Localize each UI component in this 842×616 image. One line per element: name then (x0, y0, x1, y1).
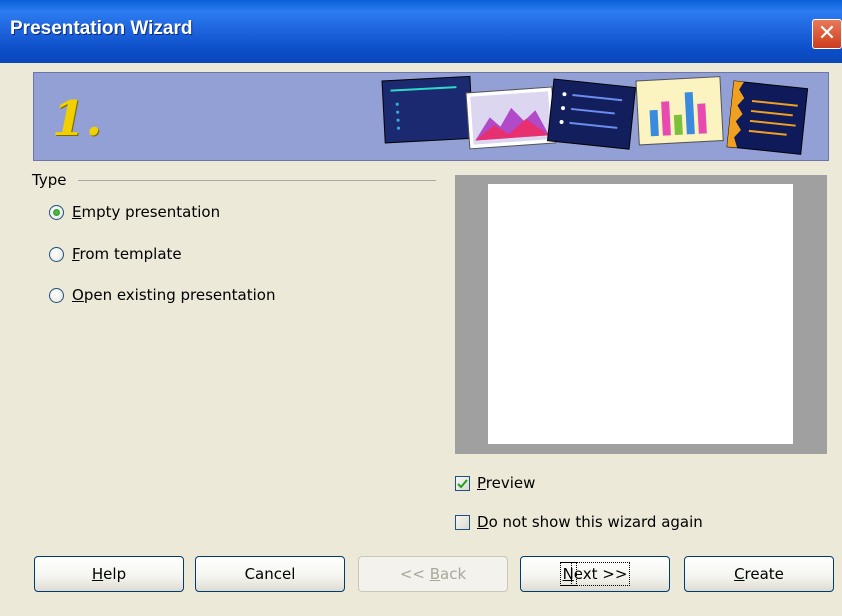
type-group-divider (78, 180, 436, 181)
close-icon: ✕ (817, 21, 837, 46)
checkmark-icon (457, 478, 468, 488)
radio-icon[interactable] (49, 287, 64, 303)
next-button-label: Next >> (559, 562, 631, 586)
create-button-label: Create (734, 565, 784, 583)
create-button[interactable]: Create (684, 556, 834, 592)
do-not-show-again-checkbox[interactable]: Do not show this wizard again (455, 513, 703, 531)
empty-presentation-radio[interactable]: Empty presentation (49, 203, 220, 221)
preview-checkbox[interactable]: Preview (455, 474, 535, 492)
back-button[interactable]: << Back (358, 556, 508, 592)
help-button[interactable]: Help (34, 556, 184, 592)
from-template-label: From template (72, 245, 182, 263)
open-existing-presentation-radio[interactable]: Open existing presentation (49, 286, 275, 304)
preview-page (488, 184, 793, 444)
do-not-show-again-label: Do not show this wizard again (477, 513, 703, 531)
presentation-wizard-window: Presentation Wizard ✕ 1. Type Empty pres… (0, 0, 842, 616)
radio-icon[interactable] (49, 246, 64, 262)
radio-selected-icon[interactable] (49, 204, 64, 220)
wizard-banner: 1. (33, 72, 829, 161)
checkbox-icon[interactable] (455, 514, 470, 530)
checkbox-checked-icon[interactable] (455, 475, 470, 491)
close-button[interactable]: ✕ (812, 19, 842, 49)
slide-graphics-icon (381, 75, 809, 155)
cancel-button-label: Cancel (244, 565, 296, 583)
empty-presentation-label: Empty presentation (72, 203, 221, 221)
back-button-label: << Back (399, 565, 467, 583)
title-bar[interactable]: Presentation Wizard ✕ (0, 0, 842, 63)
help-button-label: Help (91, 565, 127, 583)
from-template-radio[interactable]: From template (49, 245, 182, 263)
preview-label: Preview (477, 474, 536, 492)
cancel-button[interactable]: Cancel (195, 556, 345, 592)
next-button[interactable]: Next >> (520, 556, 670, 592)
open-existing-presentation-label: Open existing presentation (72, 286, 276, 304)
window-title: Presentation Wizard (10, 18, 193, 39)
type-group-label: Type (32, 171, 67, 189)
